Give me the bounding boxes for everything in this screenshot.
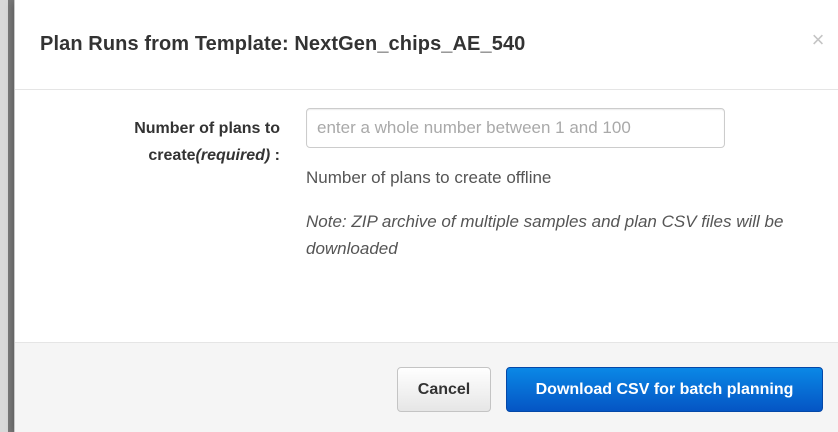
- dialog-body: Number of plans to create(required) : Nu…: [15, 90, 838, 342]
- label-suffix: :: [270, 147, 280, 164]
- cancel-button[interactable]: Cancel: [397, 367, 491, 412]
- plan-runs-dialog: Plan Runs from Template: NextGen_chips_A…: [14, 0, 838, 432]
- plans-count-input[interactable]: [306, 108, 725, 148]
- dialog-footer: Cancel Download CSV for batch planning: [15, 342, 838, 432]
- backdrop-edge: [0, 0, 8, 432]
- help-text: Number of plans to create offline: [306, 168, 552, 187]
- dialog-title: Plan Runs from Template: NextGen_chips_A…: [40, 33, 526, 55]
- label-required: (required): [195, 147, 271, 164]
- close-icon[interactable]: ×: [808, 28, 828, 52]
- note-text: Note: ZIP archive of multiple samples an…: [306, 212, 784, 258]
- download-csv-button[interactable]: Download CSV for batch planning: [506, 367, 823, 412]
- dialog-header: Plan Runs from Template: NextGen_chips_A…: [15, 0, 838, 90]
- plans-count-label: Number of plans to create(required) :: [55, 115, 280, 169]
